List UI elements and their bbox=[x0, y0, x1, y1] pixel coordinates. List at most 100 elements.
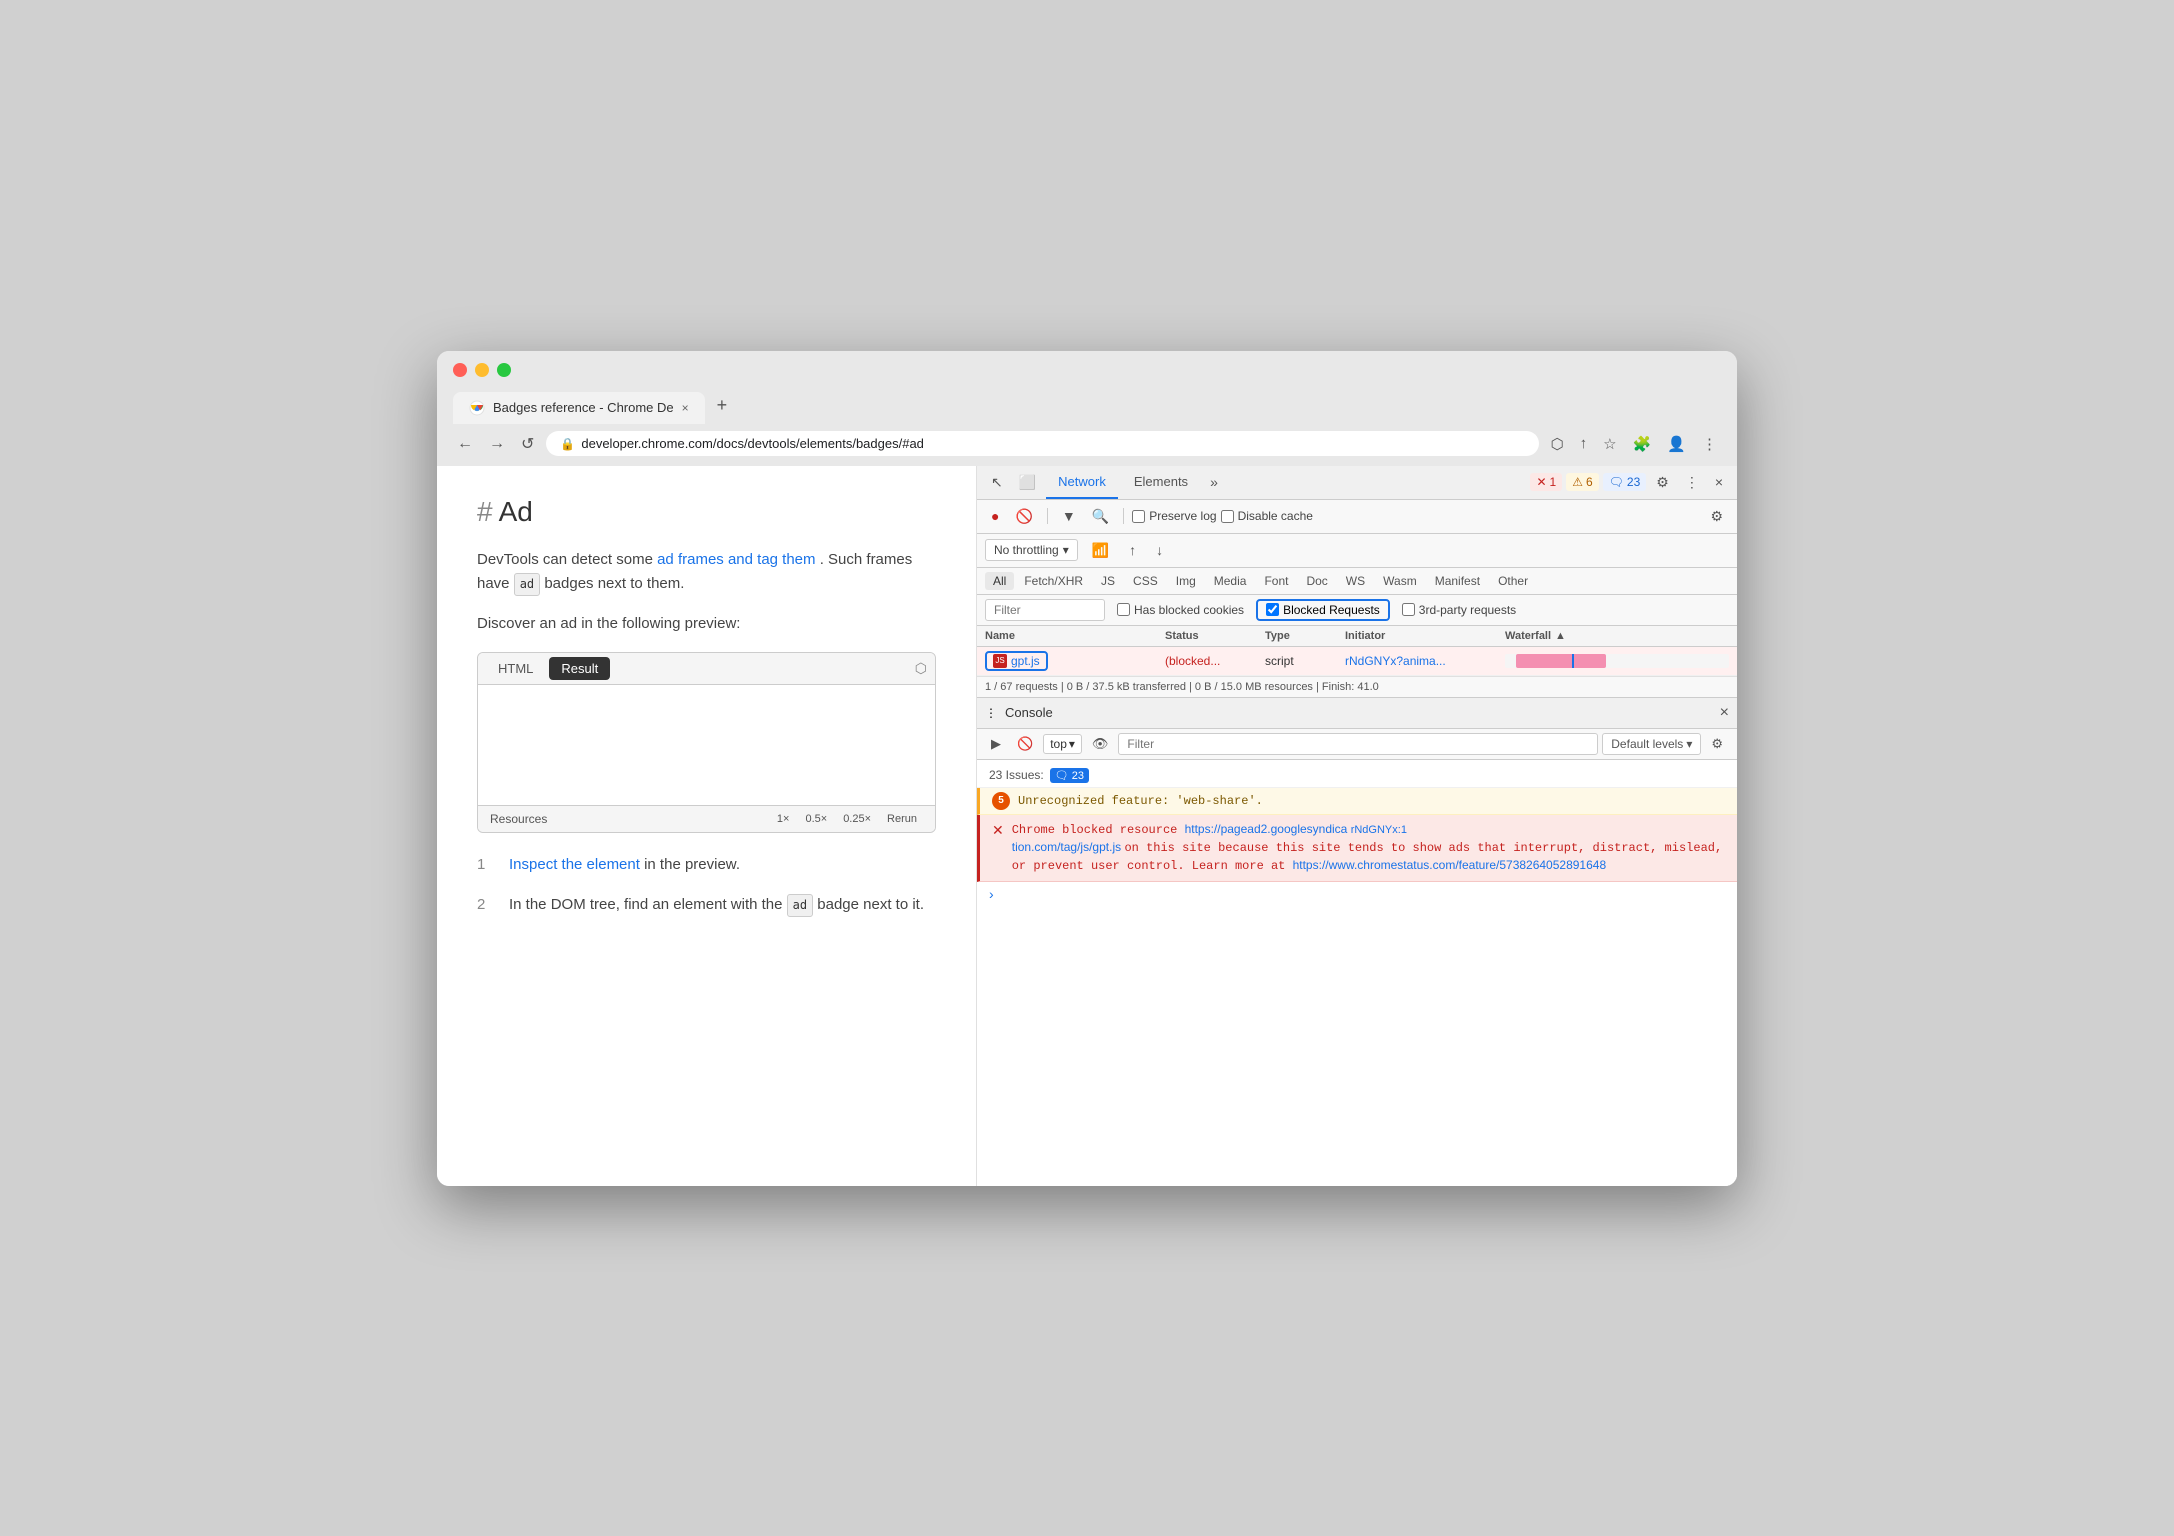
address-actions: ⬡ ↑ ☆ 🧩 👤 ⋮ bbox=[1547, 431, 1721, 457]
devtools-more-tabs-button[interactable]: » bbox=[1204, 470, 1224, 494]
extensions-button[interactable]: 🧩 bbox=[1629, 431, 1656, 457]
filter-input[interactable] bbox=[985, 599, 1105, 621]
table-row[interactable]: JS gpt.js (blocked... script rNdGNYx?ani… bbox=[977, 647, 1737, 676]
error-badge[interactable]: ✕ 1 bbox=[1530, 473, 1562, 491]
minimize-window-button[interactable] bbox=[475, 363, 489, 377]
filter-tab-wasm[interactable]: Wasm bbox=[1375, 572, 1425, 590]
row-type: script bbox=[1265, 654, 1345, 668]
zoom-05x-button[interactable]: 0.5× bbox=[799, 811, 833, 827]
bookmark-button[interactable]: ☆ bbox=[1599, 431, 1620, 457]
has-blocked-cookies-checkbox[interactable] bbox=[1117, 603, 1130, 616]
new-tab-button[interactable]: + bbox=[705, 387, 740, 424]
console-settings-button[interactable]: ⚙ bbox=[1705, 733, 1729, 755]
close-window-button[interactable] bbox=[453, 363, 467, 377]
col-type: Type bbox=[1265, 630, 1345, 642]
devtools-tab-network[interactable]: Network bbox=[1046, 466, 1118, 499]
preview-tabs-row: HTML Result ⬡ bbox=[478, 653, 935, 685]
console-close-button[interactable]: × bbox=[1720, 704, 1729, 722]
devtools-cursor-icon[interactable]: ↖ bbox=[985, 470, 1009, 495]
chromestatus-link[interactable]: https://www.chromestatus.com/feature/573… bbox=[1293, 858, 1607, 872]
filter-tab-font[interactable]: Font bbox=[1256, 572, 1296, 590]
filter-tab-css[interactable]: CSS bbox=[1125, 572, 1166, 590]
console-prompt-icon: › bbox=[989, 886, 994, 902]
preview-box: HTML Result ⬡ Resources 1× 0.5× 0.25× Re… bbox=[477, 652, 936, 833]
filter-tab-manifest[interactable]: Manifest bbox=[1427, 572, 1488, 590]
rerun-button[interactable]: Rerun bbox=[881, 811, 923, 827]
separator-2 bbox=[1123, 508, 1124, 524]
blocked-resource-link2[interactable]: tion.com/tag/js/gpt.js bbox=[1012, 840, 1121, 854]
blocked-requests-checkbox[interactable] bbox=[1266, 603, 1279, 616]
console-levels-selector[interactable]: Default levels ▾ bbox=[1602, 733, 1701, 755]
console-block-button[interactable]: 🚫 bbox=[1011, 733, 1039, 755]
maximize-window-button[interactable] bbox=[497, 363, 511, 377]
filter-tab-ws[interactable]: WS bbox=[1338, 572, 1373, 590]
info-badge[interactable]: 🗨 23 bbox=[1603, 473, 1647, 491]
ad-frames-link[interactable]: ad frames and tag them bbox=[657, 551, 815, 568]
clear-button[interactable]: 🚫 bbox=[1009, 504, 1038, 529]
wifi-icon-button[interactable]: 📶 bbox=[1086, 538, 1115, 563]
filter-tab-js[interactable]: JS bbox=[1093, 572, 1123, 590]
preview-footer-buttons: 1× 0.5× 0.25× Rerun bbox=[771, 811, 923, 827]
filter-tab-media[interactable]: Media bbox=[1206, 572, 1255, 590]
filter-icon-button[interactable]: ▼ bbox=[1056, 504, 1082, 528]
devtools-settings-button[interactable]: ⚙ bbox=[1650, 470, 1675, 495]
console-context-selector[interactable]: top ▾ bbox=[1043, 734, 1082, 754]
network-settings-button[interactable]: ⚙ bbox=[1704, 504, 1729, 529]
reload-button[interactable]: ↺ bbox=[517, 430, 538, 458]
zoom-1x-button[interactable]: 1× bbox=[771, 811, 796, 827]
gpt-js-name-box: JS gpt.js bbox=[985, 651, 1048, 671]
page-steps: 1 Inspect the element in the preview. 2 … bbox=[477, 853, 936, 917]
blocked-requests-label: Blocked Requests bbox=[1283, 603, 1380, 617]
third-party-checkbox[interactable] bbox=[1402, 603, 1415, 616]
devtools-more-button[interactable]: ⋮ bbox=[1679, 470, 1705, 495]
preserve-log-checkbox[interactable] bbox=[1132, 510, 1145, 523]
console-filter-input[interactable] bbox=[1118, 733, 1598, 755]
filter-tab-other[interactable]: Other bbox=[1490, 572, 1536, 590]
top-label: top bbox=[1050, 737, 1067, 751]
throttle-selector[interactable]: No throttling ▾ bbox=[985, 539, 1078, 561]
codepen-icon[interactable]: ⬡ bbox=[915, 660, 927, 677]
url-bar[interactable]: 🔒 developer.chrome.com/docs/devtools/ele… bbox=[546, 431, 1538, 456]
tab-result[interactable]: Result bbox=[549, 657, 610, 680]
console-header: ⋮ Console × bbox=[977, 698, 1737, 729]
devtools-responsive-icon[interactable]: ⬜ bbox=[1013, 470, 1042, 495]
warning-count: 6 bbox=[1586, 475, 1593, 489]
filter-tab-all[interactable]: All bbox=[985, 572, 1014, 590]
profile-button[interactable]: 👤 bbox=[1663, 431, 1690, 457]
cast-button[interactable]: ⬡ bbox=[1547, 431, 1568, 457]
step-2-num: 2 bbox=[477, 893, 497, 917]
devtools-tab-elements[interactable]: Elements bbox=[1122, 466, 1200, 499]
filter-tab-img[interactable]: Img bbox=[1168, 572, 1204, 590]
filter-tab-doc[interactable]: Doc bbox=[1298, 572, 1335, 590]
filter-tab-fetch[interactable]: Fetch/XHR bbox=[1016, 572, 1091, 590]
page-content: # Ad DevTools can detect some ad frames … bbox=[437, 466, 977, 1186]
menu-button[interactable]: ⋮ bbox=[1698, 431, 1721, 457]
share-button[interactable]: ↑ bbox=[1576, 431, 1592, 456]
page-heading: # Ad bbox=[477, 496, 936, 528]
tab-close-button[interactable]: × bbox=[682, 401, 689, 415]
network-status-bar: 1 / 67 requests | 0 B / 37.5 kB transfer… bbox=[977, 677, 1737, 698]
blocked-resource-link1[interactable]: https://pagead2.googlesyndica bbox=[1185, 822, 1348, 836]
zoom-025x-button[interactable]: 0.25× bbox=[837, 811, 877, 827]
forward-button[interactable]: → bbox=[485, 431, 509, 457]
back-button[interactable]: ← bbox=[453, 431, 477, 457]
search-button[interactable]: 🔍 bbox=[1086, 504, 1115, 529]
browser-tab-active[interactable]: Badges reference - Chrome De × bbox=[453, 392, 705, 424]
console-eye-button[interactable]: 👁 bbox=[1086, 733, 1115, 755]
issues-count-text: 23 Issues: bbox=[989, 768, 1044, 782]
warning-badge[interactable]: ⚠ 6 bbox=[1566, 473, 1598, 491]
devtools-close-button[interactable]: × bbox=[1709, 470, 1729, 494]
tab-html[interactable]: HTML bbox=[486, 657, 545, 680]
sort-asc-icon: ▲ bbox=[1555, 630, 1566, 642]
upload-icon-button[interactable]: ↑ bbox=[1123, 538, 1142, 562]
issues-badge[interactable]: 🗨 23 bbox=[1050, 768, 1089, 783]
record-button[interactable]: ● bbox=[985, 504, 1005, 528]
download-icon-button[interactable]: ↓ bbox=[1150, 538, 1169, 562]
console-run-button[interactable]: ▶ bbox=[985, 733, 1007, 755]
inspect-element-link[interactable]: Inspect the element bbox=[509, 856, 640, 873]
preserve-log-label: Preserve log bbox=[1149, 509, 1216, 523]
para1-text: DevTools can detect some bbox=[477, 551, 657, 568]
url-text: developer.chrome.com/docs/devtools/eleme… bbox=[581, 436, 1524, 451]
disable-cache-checkbox[interactable] bbox=[1221, 510, 1234, 523]
console-issues-row: 23 Issues: 🗨 23 bbox=[977, 764, 1737, 788]
